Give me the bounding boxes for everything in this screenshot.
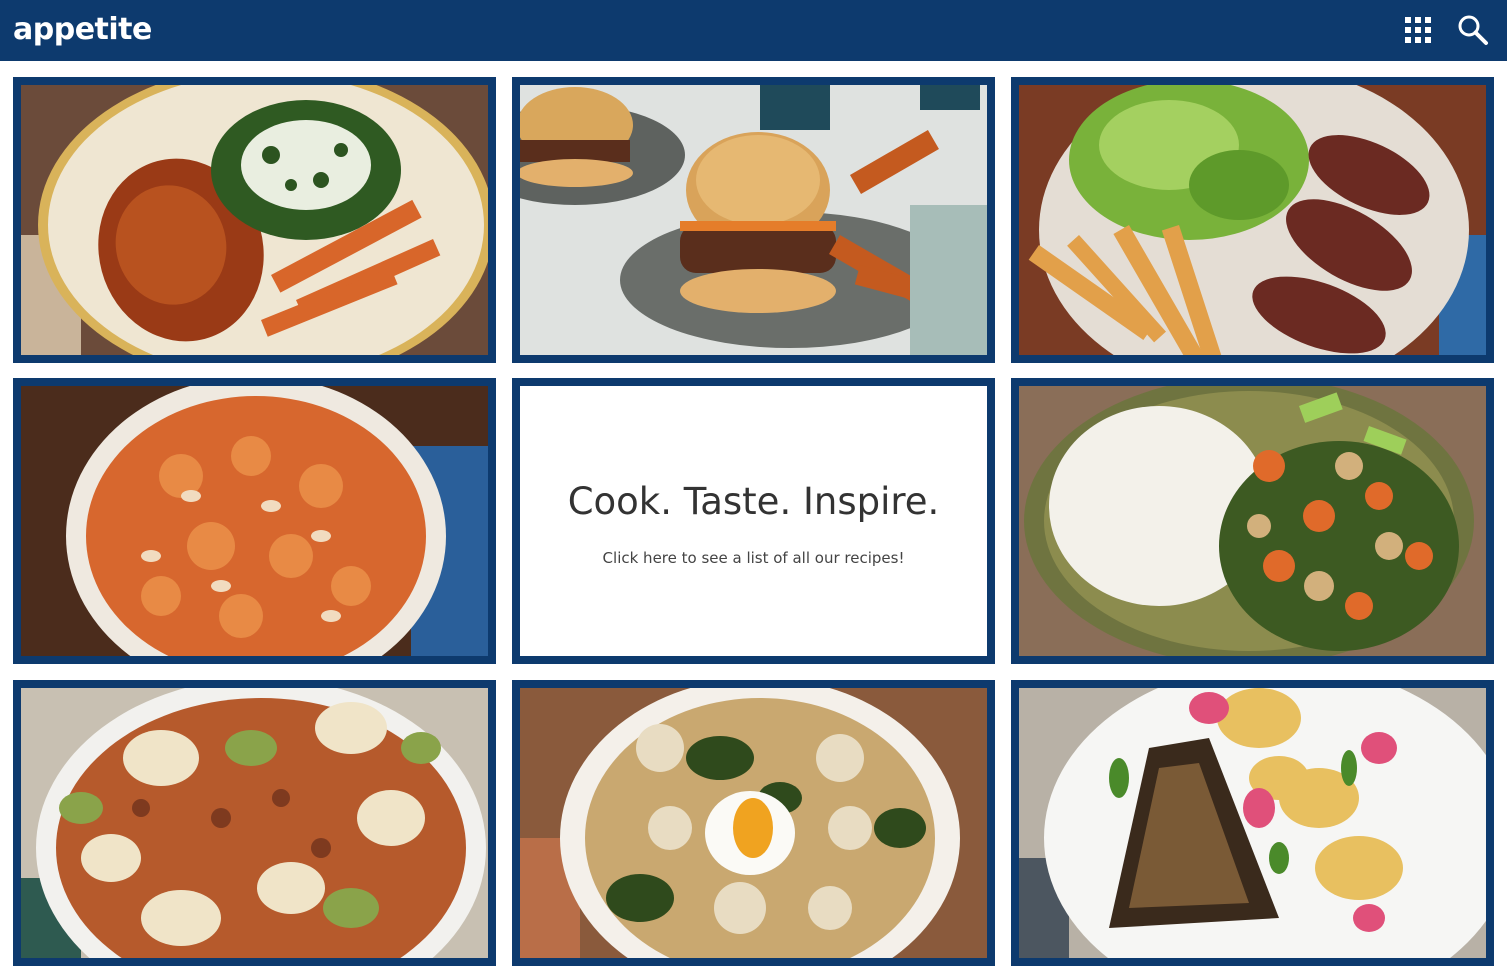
recipe-card-chicken-stir-fry[interactable] bbox=[1011, 378, 1494, 664]
recipe-card-shell-pasta[interactable] bbox=[13, 378, 496, 664]
recipe-photo bbox=[21, 688, 488, 958]
hero-tagline: Cook. Taste. Inspire. bbox=[567, 480, 940, 523]
recipe-card-rice-cakes-pork[interactable] bbox=[13, 680, 496, 966]
top-navigation-bar: appetite bbox=[0, 0, 1507, 61]
search-icon bbox=[1458, 15, 1488, 45]
recipe-card-steak-salad[interactable] bbox=[1011, 77, 1494, 363]
all-recipes-promo-card[interactable]: Cook. Taste. Inspire. Click here to see … bbox=[512, 378, 995, 664]
recipe-photo bbox=[520, 688, 987, 958]
recipe-photo bbox=[1019, 85, 1486, 355]
recipe-card-cauliflower-egg[interactable] bbox=[512, 680, 995, 966]
recipe-photo bbox=[21, 85, 488, 355]
recipe-card-seared-fish[interactable] bbox=[1011, 680, 1494, 966]
apps-grid-icon bbox=[1405, 17, 1431, 43]
recipe-photo bbox=[1019, 386, 1486, 656]
apps-grid-button[interactable] bbox=[1401, 13, 1435, 47]
recipe-card-burger[interactable] bbox=[512, 77, 995, 363]
search-button[interactable] bbox=[1456, 13, 1490, 47]
appetite-logo[interactable]: appetite bbox=[13, 11, 152, 49]
all-recipes-link[interactable]: Click here to see a list of all our reci… bbox=[520, 549, 987, 567]
recipe-photo bbox=[1019, 688, 1486, 958]
recipe-card-glazed-chicken[interactable] bbox=[13, 77, 496, 363]
recipe-photo bbox=[520, 85, 987, 355]
recipe-photo bbox=[21, 386, 488, 656]
